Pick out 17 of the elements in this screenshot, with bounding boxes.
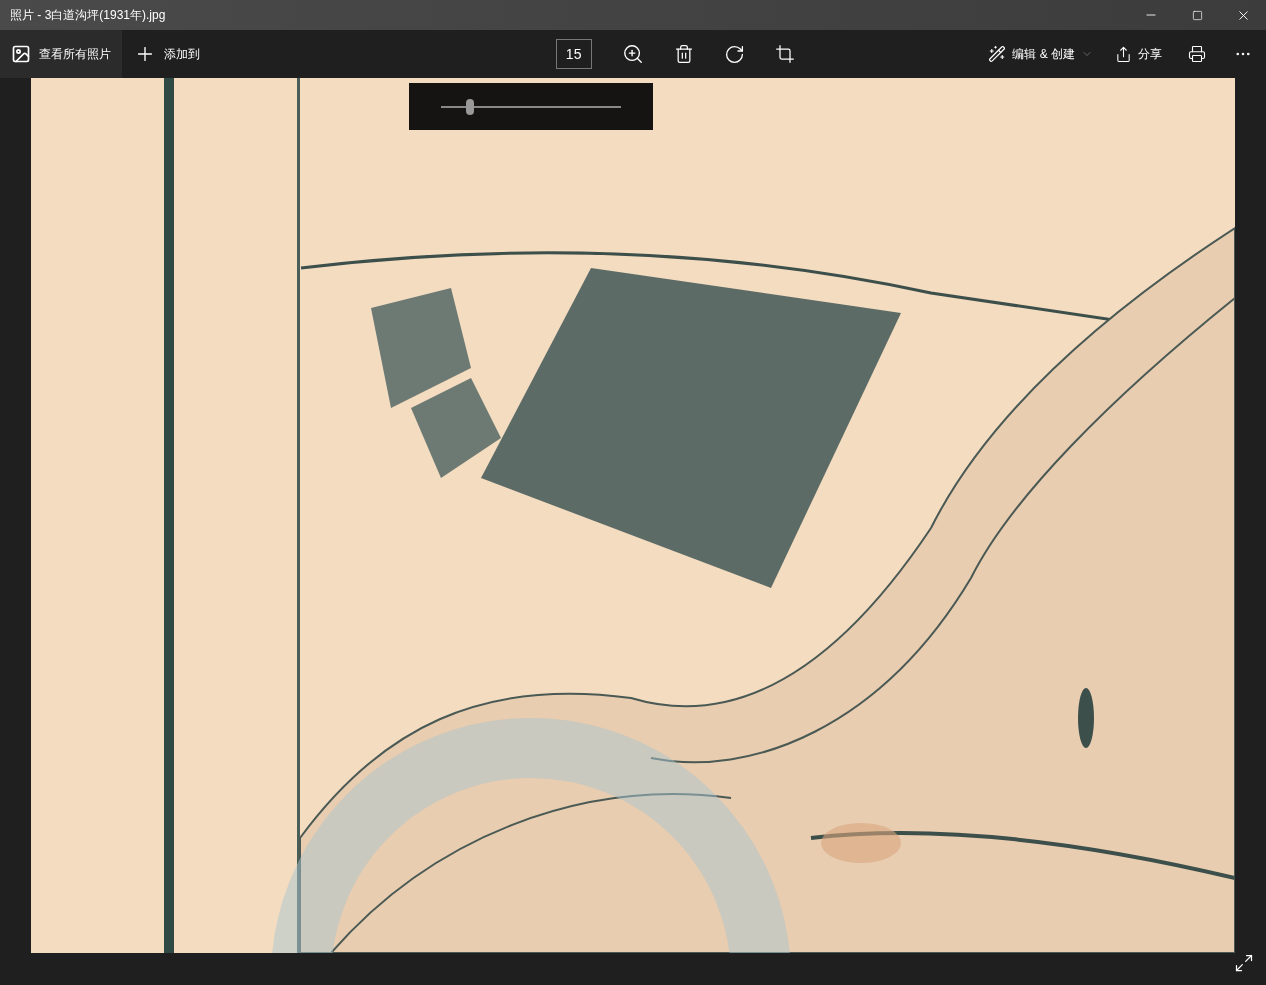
delete-icon[interactable]: [673, 44, 694, 64]
share-icon: [1115, 45, 1132, 63]
share-button[interactable]: 分享: [1103, 45, 1174, 63]
maximize-icon: [1191, 9, 1203, 21]
rotate-icon[interactable]: [723, 43, 745, 65]
zoom-slider[interactable]: [441, 98, 621, 115]
image-icon: [11, 44, 31, 64]
zoom-value-field[interactable]: 15: [555, 39, 592, 69]
slider-thumb[interactable]: [465, 98, 474, 115]
crop-icon[interactable]: [774, 44, 795, 64]
wand-icon: [988, 45, 1007, 63]
window-title: 照片 - 3白道沟坪(1931年).jpg: [9, 7, 167, 24]
edit-create-button[interactable]: 编辑 & 创建: [978, 45, 1103, 63]
view-all-photos-button[interactable]: 查看所有照片: [0, 30, 122, 78]
zoom-in-icon[interactable]: [621, 43, 644, 65]
fullscreen-icon[interactable]: [1234, 953, 1254, 973]
add-to-button[interactable]: 添加到: [122, 30, 212, 78]
